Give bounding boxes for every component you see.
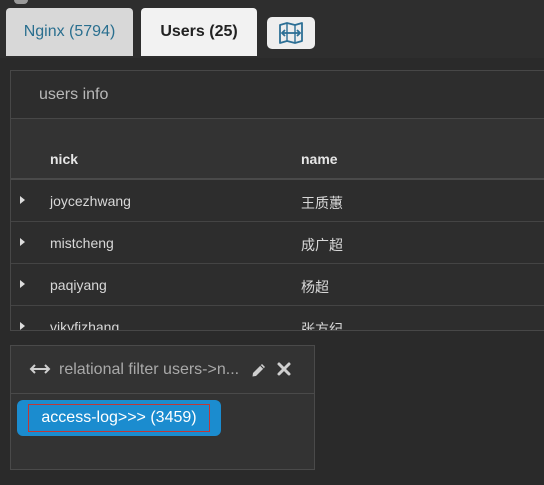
expand-caret-icon[interactable] bbox=[20, 196, 25, 204]
table-row[interactable]: mistcheng 成广超 bbox=[11, 222, 544, 264]
users-info-panel: users info nick name joycezhwang 王质蕙 mis… bbox=[10, 70, 544, 331]
cell-name: 张方纪 bbox=[301, 321, 343, 331]
cell-nick: vikyfizhang bbox=[50, 319, 120, 331]
table-row[interactable]: vikyfizhang 张方纪 bbox=[11, 306, 544, 331]
map-button[interactable] bbox=[267, 17, 315, 49]
cell-nick: joycezhwang bbox=[50, 193, 131, 209]
column-header-nick[interactable]: nick bbox=[50, 151, 78, 167]
map-icon bbox=[279, 22, 303, 44]
cell-nick: mistcheng bbox=[50, 235, 114, 251]
tab-users[interactable]: Users (25) bbox=[141, 8, 257, 56]
relational-filter-panel: relational filter users->n... access-log… bbox=[10, 345, 315, 470]
table-row[interactable]: paqiyang 杨超 bbox=[11, 264, 544, 306]
access-log-filter-label: access-log>>> (3459) bbox=[28, 404, 210, 432]
filter-header: relational filter users->n... bbox=[11, 346, 314, 394]
pencil-icon[interactable] bbox=[251, 362, 267, 378]
column-header-name[interactable]: name bbox=[301, 151, 338, 167]
expand-caret-icon[interactable] bbox=[20, 238, 25, 246]
cell-name: 王质蕙 bbox=[301, 195, 343, 211]
cell-name: 成广超 bbox=[301, 237, 343, 253]
table-body: joycezhwang 王质蕙 mistcheng 成广超 paqiyang 杨… bbox=[11, 180, 544, 331]
access-log-filter-button[interactable]: access-log>>> (3459) bbox=[17, 400, 221, 436]
table-header: nick name bbox=[11, 119, 544, 180]
expand-caret-icon[interactable] bbox=[20, 322, 25, 330]
arrows-horizontal-icon bbox=[29, 364, 51, 374]
cell-name: 杨超 bbox=[301, 279, 329, 295]
tab-bar: Nginx (5794) Users (25) bbox=[0, 0, 544, 58]
tab-nginx[interactable]: Nginx (5794) bbox=[6, 8, 133, 56]
table-row[interactable]: joycezhwang 王质蕙 bbox=[11, 180, 544, 222]
top-edge-fragment bbox=[14, 0, 28, 4]
panel-title: users info bbox=[39, 86, 109, 103]
close-icon[interactable] bbox=[276, 361, 292, 377]
tab-nginx-label: Nginx (5794) bbox=[23, 23, 116, 40]
cell-nick: paqiyang bbox=[50, 277, 107, 293]
filter-title: relational filter users->n... bbox=[59, 361, 240, 378]
expand-caret-icon[interactable] bbox=[20, 280, 25, 288]
tab-users-label: Users (25) bbox=[160, 23, 238, 40]
